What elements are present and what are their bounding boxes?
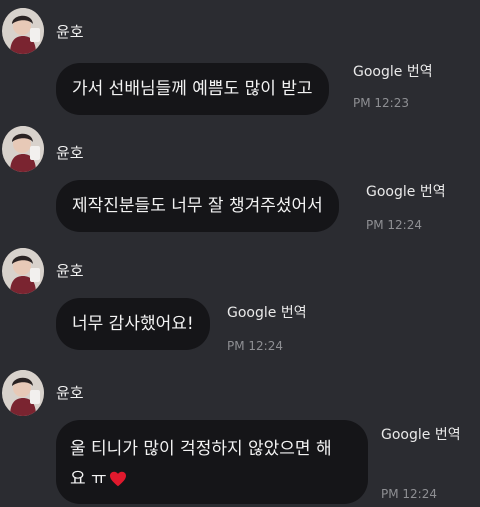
message-timestamp: PM 12:23 [353, 96, 409, 110]
sender-name: 윤호 [56, 23, 84, 41]
google-translate-link[interactable]: Google 번역 [381, 426, 461, 444]
profile-photo-icon [2, 248, 44, 294]
message-bubble[interactable]: 너무 감사했어요! [56, 298, 210, 350]
google-translate-link[interactable]: Google 번역 [353, 63, 433, 81]
message-line: 울 티니가 많이 걱정하지 않았으면 해 [70, 439, 332, 459]
profile-photo-icon [2, 126, 44, 172]
sender-name: 윤호 [56, 262, 84, 280]
message-bubble[interactable]: 울 티니가 많이 걱정하지 않았으면 해 요 ㅠ [56, 420, 368, 504]
red-heart-emoji-icon [109, 471, 126, 487]
message-line: 요 ㅠ [70, 464, 354, 494]
message-bubble[interactable]: 가서 선배님들께 예쁨도 많이 받고 [56, 63, 329, 115]
message-timestamp: PM 12:24 [227, 339, 283, 353]
message-bubble[interactable]: 제작진분들도 너무 잘 챙겨주셨어서 [56, 180, 339, 232]
avatar[interactable] [2, 126, 44, 172]
avatar[interactable] [2, 248, 44, 294]
message-line-text: 요 ㅠ [70, 469, 107, 489]
profile-photo-icon [2, 8, 44, 54]
sender-name: 윤호 [56, 144, 84, 162]
message-timestamp: PM 12:24 [381, 487, 437, 501]
google-translate-link[interactable]: Google 번역 [227, 304, 307, 322]
chat-view: 윤호 가서 선배님들께 예쁨도 많이 받고 Google 번역 PM 12:23… [0, 0, 480, 507]
sender-name: 윤호 [56, 384, 84, 402]
avatar[interactable] [2, 370, 44, 416]
avatar[interactable] [2, 8, 44, 54]
profile-photo-icon [2, 370, 44, 416]
google-translate-link[interactable]: Google 번역 [366, 183, 446, 201]
message-timestamp: PM 12:24 [366, 218, 422, 232]
